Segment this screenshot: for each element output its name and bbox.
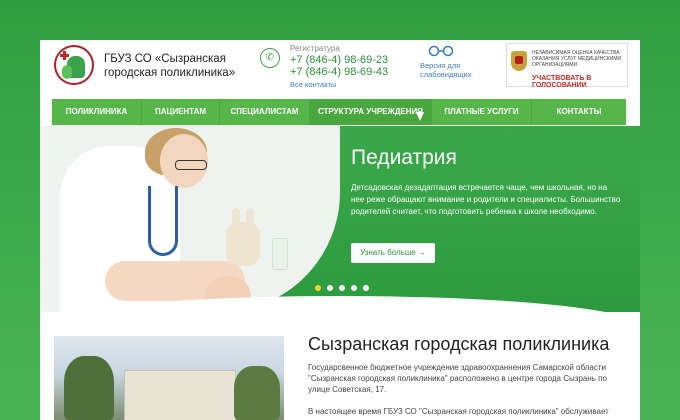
slider-dot[interactable] [351, 285, 357, 291]
hero-slider: Педиатрия Детсадовская дезадаптация встр… [40, 126, 640, 312]
phone-number-1[interactable]: +7 (846-4) 98-69-23 [290, 54, 388, 66]
hero-photo [40, 126, 340, 312]
org-name[interactable]: ГБУЗ СО «Сызранская городская поликлиник… [104, 52, 244, 80]
hero-title: Педиатрия [351, 146, 457, 169]
slider-dot[interactable] [315, 285, 321, 291]
phone-number-2[interactable]: +7 (846-4) 98-69-43 [290, 66, 388, 78]
glasses-icon[interactable] [428, 44, 454, 58]
nav-item-clinic[interactable]: ПОЛИКЛИНИКА [52, 99, 142, 125]
nav-item-contacts[interactable]: КОНТАКТЫ [532, 99, 626, 125]
nav-item-paid-services[interactable]: ПЛАТНЫЕ УСЛУГИ [432, 99, 532, 125]
page: ГБУЗ СО «Сызранская городская поликлиник… [40, 40, 640, 420]
emblem-icon [511, 51, 527, 71]
nav-item-specialists[interactable]: СПЕЦИАЛИСТАМ [220, 99, 310, 125]
main-nav: ПОЛИКЛИНИКА ПАЦИЕНТАМ СПЕЦИАЛИСТАМ СТРУК… [52, 99, 626, 125]
about-title: Сызранская городская поликлиника [308, 334, 610, 354]
vote-banner-link[interactable]: УЧАСТВОВАТЬ В ГОЛОСОВАНИИ [532, 75, 627, 89]
cursor-icon [416, 112, 424, 121]
all-contacts-link[interactable]: Все контакты [290, 80, 336, 89]
about-text-2: В настоящее время ГБУЗ СО "Сызранская го… [308, 407, 609, 416]
nav-item-structure[interactable]: СТРУКТУРА УЧРЕЖДЕНИЯ [310, 99, 432, 125]
slider-dots [315, 285, 369, 291]
about-text: Государсвенное бюджетное учреждение здра… [308, 363, 607, 394]
vision-impaired-link[interactable]: Версия для слабовидящих [420, 61, 490, 79]
clinic-building-photo [54, 336, 284, 420]
nav-item-patients[interactable]: ПАЦИЕНТАМ [142, 99, 220, 125]
logo-icon[interactable] [54, 45, 94, 85]
learn-more-button[interactable]: Узнать больше → [351, 243, 435, 263]
vote-banner-caption: НЕЗАВИСИМАЯ ОЦЕНКА КАЧЕСТВА ОКАЗАНИЯ УСЛ… [532, 50, 622, 68]
hero-text: Детсадовская дезадаптация встречается ча… [351, 183, 621, 216]
vote-banner[interactable]: НЕЗАВИСИМАЯ ОЦЕНКА КАЧЕСТВА ОКАЗАНИЯ УСЛ… [506, 43, 628, 89]
registry-label: Регистратура [290, 44, 340, 53]
slider-dot[interactable] [327, 285, 333, 291]
slider-dot[interactable] [339, 285, 345, 291]
slider-dot[interactable] [363, 285, 369, 291]
phone-icon: ✆ [260, 48, 280, 68]
